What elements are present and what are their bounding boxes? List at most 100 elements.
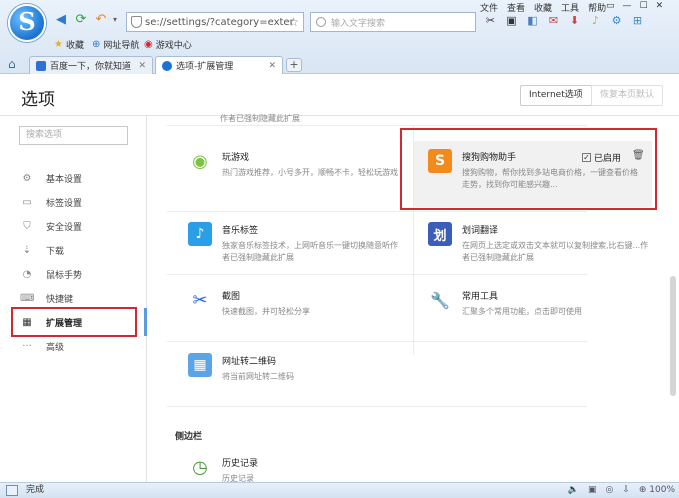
translate-icon: 划 xyxy=(428,222,452,246)
music-note-icon: ♪ xyxy=(188,222,212,246)
tab-close-icon[interactable]: ✕ xyxy=(138,61,146,71)
sidebar-item-advanced[interactable]: ··· 高级 xyxy=(10,334,137,358)
extension-title: 音乐标签 xyxy=(222,226,259,236)
menu-file[interactable]: 文件 xyxy=(480,1,498,14)
page-scrollbar[interactable] xyxy=(670,116,676,474)
music-icon[interactable]: ♪ xyxy=(589,14,602,27)
shield-icon: ⛉ xyxy=(23,220,31,232)
close-window-icon[interactable]: ✕ xyxy=(656,1,664,11)
sogou-logo-icon[interactable]: S xyxy=(8,4,46,42)
keyboard-icon: ⌨ xyxy=(20,292,35,304)
extension-card-history[interactable]: ◷ 历史记录 历史记录 xyxy=(188,455,422,482)
sidebar-item-label: 快捷键 xyxy=(46,294,74,305)
zoom-icon[interactable]: ⊕ 100% xyxy=(639,483,675,498)
back-arrow-icon[interactable]: ◀ xyxy=(54,13,68,27)
sidebar-item-tabs[interactable]: ▭ 标签设置 xyxy=(10,190,137,214)
extension-card-common-tools[interactable]: 🔧 常用工具 汇聚多个常用功能，点击即可使用 xyxy=(428,288,662,318)
minimize-icon[interactable]: — xyxy=(623,1,632,11)
tab-baidu[interactable]: 百度一下，你就知道 ✕ xyxy=(29,56,153,74)
extension-card-word-translate[interactable]: 划 划词翻译 在网页上选定或双击文本就可以复制搜索,比右键...作者已强制隐藏此… xyxy=(428,222,652,264)
settings-search-input[interactable]: 搜索选项 xyxy=(19,126,128,145)
download-icon[interactable]: ⬇ xyxy=(568,14,581,27)
favorite-star-icon[interactable]: ☆ xyxy=(288,15,299,29)
status-tray: 🔈 ▣ ◎ ⇩ ⊕ 100% xyxy=(568,483,675,498)
zoom-level: 100% xyxy=(649,485,675,495)
sidebar-item-basic[interactable]: ⚙ 基本设置 xyxy=(10,166,137,190)
highlight-box-extensions xyxy=(11,307,137,337)
menu-view[interactable]: 查看 xyxy=(507,1,525,14)
sidebar-item-download[interactable]: ⇣ 下载 xyxy=(10,238,137,262)
extension-body: 常用工具 汇聚多个常用功能，点击即可使用 xyxy=(462,288,662,318)
game-icon: ◉ xyxy=(144,39,153,50)
tab-label: 选项-扩展管理 xyxy=(176,62,234,72)
extension-title: 玩游戏 xyxy=(222,153,250,163)
menu-tools[interactable]: 工具 xyxy=(561,1,579,14)
extension-card-music-tag[interactable]: ♪ 音乐标签 独家音乐标签技术，上网听音乐一键切换随意听作者已强制隐藏此扩展 xyxy=(188,222,422,264)
internet-options-button[interactable]: Internet选项 xyxy=(520,85,592,106)
sidebar-item-security[interactable]: ⛉ 安全设置 xyxy=(10,214,137,238)
settings-sidebar: 搜索选项 ⚙ 基本设置 ▭ 标签设置 ⛉ 安全设置 ⇣ 下载 ◔ 鼠标手势 ⌨ … xyxy=(0,116,147,482)
partial-extension-desc: 作者已强制隐藏此扩展 xyxy=(220,114,300,123)
search-icon xyxy=(316,17,326,27)
speaker-icon[interactable]: 🔈 xyxy=(568,483,579,498)
extension-card-games[interactable]: ◉ 玩游戏 热门游戏推荐，小号多开，顺畅不卡，轻松玩游戏 xyxy=(188,149,422,179)
extension-body: 音乐标签 独家音乐标签技术，上网听音乐一键切换随意听作者已强制隐藏此扩展 xyxy=(222,222,422,264)
mail-icon[interactable]: ✉ xyxy=(547,14,560,27)
search-input[interactable]: 输入文字搜索 xyxy=(310,12,476,32)
menu-favorites[interactable]: 收藏 xyxy=(534,1,552,14)
page-header: 选项 Internet选项 恢复本页默认 xyxy=(0,74,679,116)
page-status-icon xyxy=(6,485,18,496)
bookmark-label: 网址导航 xyxy=(103,41,140,51)
sidebar-item-mouse-gesture[interactable]: ◔ 鼠标手势 xyxy=(10,262,137,286)
restore-defaults-button[interactable]: 恢复本页默认 xyxy=(591,85,664,106)
bookmark-favorites[interactable]: ★ 收藏 xyxy=(54,38,84,51)
extension-title: 常用工具 xyxy=(462,292,499,302)
eye-icon[interactable]: ◎ xyxy=(605,483,613,498)
undo-icon[interactable]: ↶ xyxy=(94,13,108,27)
app-center-icon[interactable]: ▣ xyxy=(505,14,518,27)
extension-desc: 在网页上选定或双击文本就可以复制搜索,比右键...作者已强制隐藏此扩展 xyxy=(462,241,649,262)
restore-window-icon[interactable]: ▭ xyxy=(606,1,615,11)
extension-desc: 快速截图，并可轻松分享 xyxy=(222,307,310,316)
screenshot-tool-icon[interactable]: ▣ xyxy=(588,483,597,498)
bookmark-site-nav[interactable]: ⊕ 网址导航 xyxy=(92,38,139,51)
tab-close-icon[interactable]: ✕ xyxy=(268,61,276,71)
menu-bar: 文件 查看 收藏 工具 帮助 xyxy=(480,1,606,14)
sogou-favicon-icon xyxy=(162,60,172,71)
extension-card-url-qrcode[interactable]: ▦ 网址转二维码 将当前网址转二维码 xyxy=(188,353,422,383)
screenshot-icon[interactable]: ✂ xyxy=(484,14,497,27)
more-apps-icon[interactable]: ⊞ xyxy=(631,14,644,27)
download-icon: ⇣ xyxy=(22,244,32,256)
divider xyxy=(167,274,587,275)
gear-icon: ⚙ xyxy=(22,172,32,184)
extension-desc: 将当前网址转二维码 xyxy=(222,372,294,381)
extension-title: 网址转二维码 xyxy=(222,357,277,367)
browser-chrome: S ◀ ⟳ ↶ ▾ se://settings/?category=exter … xyxy=(0,0,679,74)
security-shield-icon xyxy=(131,16,142,28)
extension-card-screenshot[interactable]: ✂ 截图 快速截图，并可轻松分享 xyxy=(188,288,422,318)
address-bar[interactable]: se://settings/?category=exter ☆ xyxy=(126,12,304,32)
extension-title: 截图 xyxy=(222,292,241,302)
download-tray-icon[interactable]: ⇩ xyxy=(622,483,630,498)
toolbar-icons: ✂ ▣ ◧ ✉ ⬇ ♪ ⚙ ⊞ xyxy=(484,14,644,27)
settings-gear-icon[interactable]: ⚙ xyxy=(610,14,623,27)
bookmark-game-center[interactable]: ◉ 游戏中心 xyxy=(144,38,192,51)
refresh-icon[interactable]: ⟳ xyxy=(74,13,88,27)
sidebar-item-label: 安全设置 xyxy=(46,222,83,233)
star-icon: ★ xyxy=(54,39,63,50)
scrollbar-thumb[interactable] xyxy=(670,276,676,396)
tab-options-extensions[interactable]: 选项-扩展管理 ✕ xyxy=(155,56,283,74)
menu-help[interactable]: 帮助 xyxy=(588,1,606,14)
address-url: se://settings/?category=exter xyxy=(145,16,294,28)
sidebar-item-label: 基本设置 xyxy=(46,174,83,185)
sidebar-item-label: 鼠标手势 xyxy=(46,270,83,281)
maximize-icon[interactable]: ☐ xyxy=(640,1,648,11)
globe-icon: ⊕ xyxy=(92,39,101,50)
divider xyxy=(167,341,587,342)
undo-dropdown-icon[interactable]: ▾ xyxy=(108,13,122,27)
tab-strip: ⌂ 百度一下，你就知道 ✕ 选项-扩展管理 ✕ + xyxy=(0,54,679,74)
new-tab-button[interactable]: + xyxy=(286,58,302,72)
home-icon[interactable]: ⌂ xyxy=(8,57,16,71)
sidebar-toggle-icon[interactable]: ◧ xyxy=(526,14,539,27)
extension-title: 历史记录 xyxy=(222,459,259,469)
